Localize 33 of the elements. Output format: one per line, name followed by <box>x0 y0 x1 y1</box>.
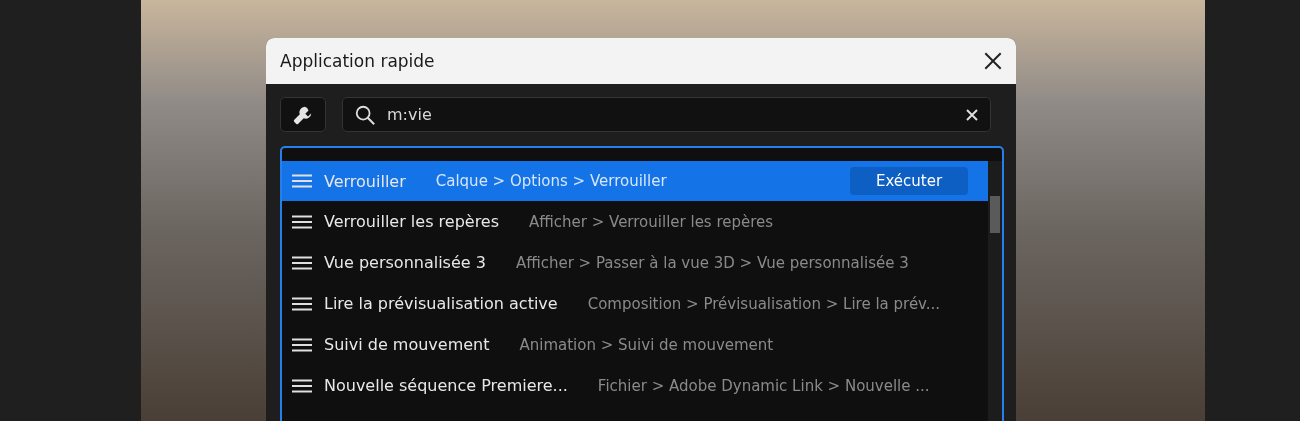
menu-icon <box>292 174 312 188</box>
result-item[interactable]: Lire la prévisualisation active Composition > Prévisualisation > Lire la prév... <box>282 283 988 324</box>
menu-path: Fichier > Adobe Dynamic Link > Nouvelle ... <box>597 376 931 395</box>
command-name: Suivi de mouvement <box>324 335 490 354</box>
menu-path: Afficher > Passer à la vue 3D > Vue personnalisée 3 <box>515 253 910 272</box>
execute-button[interactable]: Exécuter <box>850 167 968 195</box>
scrollbar[interactable] <box>988 161 1002 421</box>
menu-icon <box>292 214 312 229</box>
close-icon[interactable] <box>982 50 1004 72</box>
result-item[interactable]: Nouvelle séquence Premiere... Fichier > Adobe Dynamic Link > Nouvelle ... <box>282 365 988 406</box>
menu-icon <box>292 296 312 311</box>
dialog-title: Application rapide <box>280 51 435 71</box>
clear-icon[interactable] <box>965 108 979 122</box>
command-name: Vue personnalisée 3 <box>324 253 486 272</box>
command-name: Nouvelle séquence Premiere... <box>324 376 568 395</box>
scroll-thumb[interactable] <box>990 196 1000 233</box>
result-item[interactable]: Vue personnalisée 3 Afficher > Passer à la vue 3D > Vue personnalisée 3 <box>282 242 988 283</box>
command-name: Verrouiller <box>324 171 406 191</box>
menu-path: Animation > Suivi de mouvement <box>519 335 775 354</box>
menu-icon <box>292 378 312 393</box>
command-name: Lire la prévisualisation active <box>324 294 558 313</box>
menu-path: Afficher > Verrouiller les repères <box>529 212 775 231</box>
menu-path: Calque > Options > Verrouiller <box>435 172 668 190</box>
result-item[interactable]: Suivi de mouvement Animation > Suivi de mouvement <box>282 324 988 365</box>
search-icon <box>354 104 376 126</box>
result-item[interactable]: Verrouiller les repères Afficher > Verrouiller les repères <box>282 201 988 242</box>
result-item[interactable]: Verrouiller Calque > Options > Verrouiller Exécuter <box>282 161 988 201</box>
command-name: Verrouiller les repères <box>324 212 500 231</box>
wrench-button[interactable] <box>280 97 326 132</box>
menu-icon <box>292 255 312 270</box>
menu-icon <box>292 337 312 352</box>
search-field[interactable]: m:vie <box>342 97 991 132</box>
menu-path: Composition > Prévisualisation > Lire la prév... <box>587 294 942 313</box>
